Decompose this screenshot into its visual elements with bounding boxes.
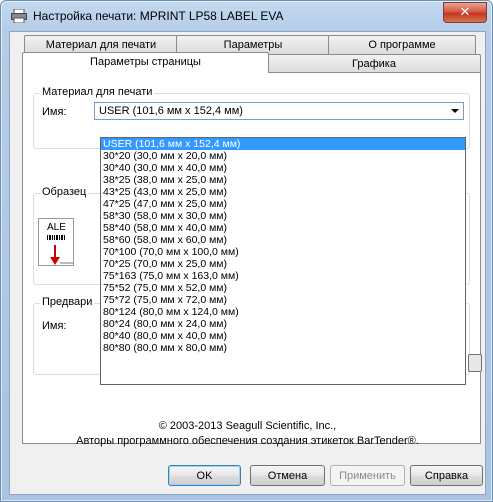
dropdown-option[interactable]: 75*52 (75,0 мм x 52,0 мм) xyxy=(101,282,465,294)
media-name-label: Имя: xyxy=(42,106,66,118)
media-name-combobox[interactable]: USER (101,6 мм x 152,4 мм) xyxy=(94,102,464,120)
help-button[interactable]: Справка xyxy=(410,465,483,486)
window-title: Настройка печати: MPRINT LP58 LABEL EVA xyxy=(33,9,284,23)
dropdown-option[interactable]: 80*40 (80,0 мм x 40,0 мм) xyxy=(101,330,465,342)
dropdown-option[interactable]: 38*25 (38,0 мм x 25,0 мм) xyxy=(101,174,465,186)
copyright-text: © 2003-2013 Seagull Scientific, Inc., xyxy=(158,420,337,432)
sample-label-text: ALE xyxy=(47,222,66,233)
dropdown-option[interactable]: 47*25 (47,0 мм x 25,0 мм) xyxy=(101,198,465,210)
dropdown-option[interactable]: 75*72 (75,0 мм x 72,0 мм) xyxy=(101,294,465,306)
ok-button-label: OK xyxy=(196,470,213,482)
preset-side-button[interactable] xyxy=(468,354,482,372)
close-icon: ✕ xyxy=(459,5,471,20)
dropdown-option[interactable]: 75*163 (75,0 мм x 163,0 мм) xyxy=(101,270,465,282)
authors-text: Авторы программного обеспечения создания… xyxy=(76,435,419,447)
cancel-button[interactable]: Отмена xyxy=(250,465,325,486)
sample-group-label: Образец xyxy=(40,186,89,198)
tab-about[interactable]: О программе xyxy=(328,35,476,54)
media-dropdown-list[interactable]: USER (101,6 мм x 152,4 мм) 30*20 (30,0 мм… xyxy=(100,137,466,385)
media-group-label: Материал для печати xyxy=(40,86,155,98)
apply-button-label: Применить xyxy=(339,470,396,482)
printer-icon xyxy=(11,9,27,23)
dropdown-option[interactable]: 80*24 (80,0 мм x 24,0 мм) xyxy=(101,318,465,330)
dropdown-option[interactable]: USER (101,6 мм x 152,4 мм) xyxy=(101,138,465,150)
barcode-icon xyxy=(47,235,65,240)
tab-page-setup-label: Параметры страницы xyxy=(90,56,201,68)
media-name-value: USER (101,6 мм x 152,4 мм) xyxy=(99,105,243,117)
dropdown-option[interactable]: 80*124 (80,0 мм x 124,0 мм) xyxy=(101,306,465,318)
dropdown-option[interactable]: 30*40 (30,0 мм x 40,0 мм) xyxy=(101,162,465,174)
dropdown-option[interactable]: 58*40 (58,0 мм x 40,0 мм) xyxy=(101,222,465,234)
feed-direction-arrow-icon xyxy=(50,245,73,265)
help-button-label: Справка xyxy=(424,470,469,482)
dropdown-option[interactable]: 70*100 (70,0 мм x 100,0 мм) xyxy=(101,246,465,258)
tab-graphics[interactable]: Графика xyxy=(267,54,481,72)
preset-group-label: Предвари xyxy=(40,296,95,308)
tab-about-label: О программе xyxy=(368,39,436,51)
title-bar[interactable]: Настройка печати: MPRINT LP58 LABEL EVA … xyxy=(1,1,492,31)
close-button[interactable]: ✕ xyxy=(443,2,487,23)
apply-button[interactable]: Применить xyxy=(330,465,405,486)
dropdown-option[interactable]: 58*60 (58,0 мм x 60,0 мм) xyxy=(101,234,465,246)
dropdown-option[interactable]: 80*80 (80,0 мм x 80,0 мм) xyxy=(101,342,465,354)
dropdown-option[interactable]: 70*25 (70,0 мм x 25,0 мм) xyxy=(101,258,465,270)
tab-parameters-label: Параметры xyxy=(223,39,283,51)
tab-page-setup[interactable]: Параметры страницы xyxy=(22,52,269,73)
media-name-label-text: Имя: xyxy=(42,106,67,118)
dropdown-option[interactable]: 58*30 (58,0 мм x 30,0 мм) xyxy=(101,210,465,222)
preset-name-label-text: Имя: xyxy=(42,320,67,332)
chevron-down-icon[interactable] xyxy=(451,109,459,113)
tab-graphics-label: Графика xyxy=(352,58,396,70)
ok-button[interactable]: OK xyxy=(168,465,241,486)
preset-name-label: Имя: xyxy=(42,320,66,332)
dropdown-option[interactable]: 30*20 (30,0 мм x 20,0 мм) xyxy=(101,150,465,162)
cancel-button-label: Отмена xyxy=(267,470,308,482)
tab-media-label: Материал для печати xyxy=(45,39,157,51)
dropdown-option[interactable]: 43*25 (43,0 мм x 25,0 мм) xyxy=(101,186,465,198)
